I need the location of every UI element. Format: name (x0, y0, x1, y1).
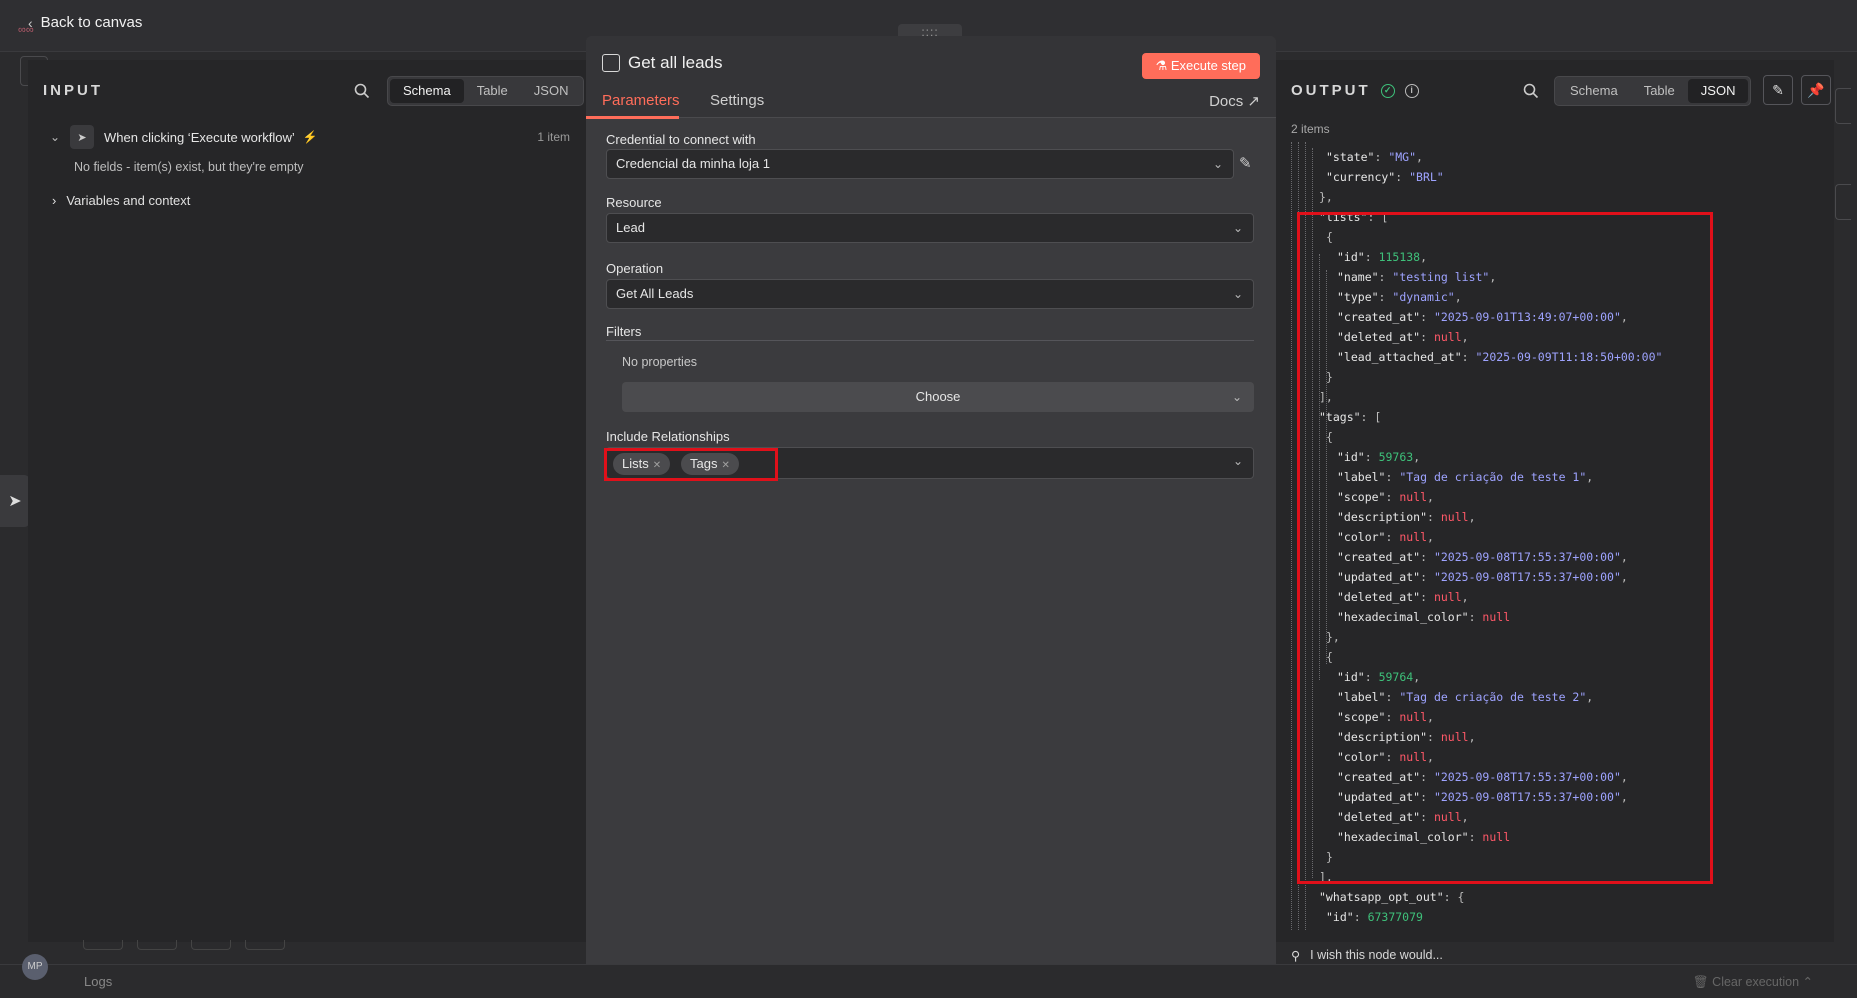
input-tab-table[interactable]: Table (464, 79, 521, 103)
node-header: Get all leads ⚗ Execute step Parameters … (586, 36, 1276, 119)
lightning-icon: ⚡ (302, 130, 318, 144)
node-parameters-panel: Get all leads ⚗ Execute step Parameters … (586, 36, 1276, 964)
pencil-icon: ✎ (1772, 81, 1784, 98)
canvas-button (137, 940, 177, 950)
json-line: "id": 67377079 (1326, 910, 1423, 924)
clear-execution-button[interactable]: 🗑 Clear execution ⌃ (1693, 974, 1813, 990)
feedback-link[interactable]: ⚲ I wish this node would... (1291, 948, 1443, 963)
output-title: OUTPUT (1291, 82, 1371, 99)
search-icon[interactable] (353, 82, 371, 100)
highlight-box (1297, 212, 1713, 884)
json-line: "whatsapp_opt_out": { (1319, 890, 1465, 904)
chevron-down-icon: ⌄ (1232, 454, 1243, 468)
cursor-icon: ➤ (70, 125, 94, 149)
chevron-up-icon: ⌃ (1802, 975, 1813, 989)
chevron-down-icon: ⌄ (1212, 157, 1223, 171)
canvas-control-right (1835, 88, 1851, 124)
input-panel: INPUT Schema Table JSON ⌄ ➤ When clickin… (28, 60, 586, 942)
credential-label: Credential to connect with (606, 132, 756, 147)
canvas-control-right (1835, 184, 1851, 220)
chevron-down-icon: ⌄ (1231, 390, 1242, 404)
output-items-count: 2 items (1291, 122, 1330, 136)
canvas-button (191, 940, 231, 950)
canvas-button (83, 940, 123, 950)
search-icon[interactable] (1522, 82, 1540, 100)
operation-value: Get All Leads (616, 286, 694, 301)
node-title-group: Get all leads (602, 53, 723, 73)
chevron-down-icon: ⌄ (1232, 287, 1243, 301)
flask-icon: ⚗ (1155, 58, 1168, 73)
wish-label: I wish this node would... (1310, 948, 1443, 962)
input-tab-json[interactable]: JSON (521, 79, 582, 103)
trash-icon: 🗑 (1692, 975, 1709, 989)
output-view-switch: Schema Table JSON (1554, 76, 1752, 106)
input-view-switch: Schema Table JSON (387, 76, 585, 106)
tab-parameters[interactable]: Parameters (602, 92, 680, 109)
check-circle-icon: ✓ (1380, 83, 1395, 98)
arrow-left-icon: ‹ (28, 14, 33, 31)
json-line: }, (1319, 190, 1333, 204)
docs-link[interactable]: Docs ↗ (1209, 92, 1260, 110)
pin-icon: 📌 (1807, 81, 1825, 98)
node-icon (602, 54, 620, 72)
docs-label: Docs (1209, 93, 1244, 110)
filters-divider (606, 340, 1254, 341)
output-tab-json[interactable]: JSON (1687, 79, 1749, 103)
active-tab-indicator (586, 116, 679, 119)
resource-value: Lead (616, 220, 645, 235)
credential-select[interactable]: Credencial da minha loja 1 ⌄ (606, 149, 1234, 179)
tab-settings[interactable]: Settings (710, 92, 764, 109)
indent-guide (1291, 142, 1292, 930)
output-tab-schema[interactable]: Schema (1557, 79, 1631, 103)
edit-output-button[interactable]: ✎ (1763, 75, 1793, 105)
json-output-view[interactable]: "state": "MG", "currency": "BRL" }, "lis… (1276, 142, 1834, 930)
chevron-down-icon[interactable]: ⌄ (50, 130, 70, 144)
canvas-button (245, 940, 285, 950)
edit-credential-icon[interactable]: ✎ (1239, 154, 1252, 172)
clear-label: Clear execution (1712, 975, 1800, 989)
trigger-label: When clicking ‘Execute workflow’ (104, 129, 295, 145)
operation-select[interactable]: Get All Leads ⌄ (606, 279, 1254, 309)
logs-bar: Logs 🗑 Clear execution ⌃ (0, 964, 1857, 998)
chevron-down-icon: ⌄ (1232, 221, 1243, 235)
input-title: INPUT (43, 82, 103, 99)
back-label: Back to canvas (40, 14, 143, 31)
trigger-item-count: 1 item (537, 130, 570, 144)
include-relationships-label: Include Relationships (606, 429, 730, 444)
node-title[interactable]: Get all leads (628, 53, 723, 73)
lightbulb-icon: ⚲ (1291, 949, 1301, 963)
output-panel: OUTPUT ✓ i Schema Table JSON ✎ 📌 2 items… (1276, 60, 1834, 963)
execute-label: Execute step (1170, 58, 1246, 73)
trigger-node-row[interactable]: ⌄ ➤ When clicking ‘Execute workflow’ ⚡ 1… (50, 124, 570, 150)
variables-and-context-toggle[interactable]: › Variables and context (52, 193, 190, 208)
json-line: "state": "MG", (1326, 150, 1423, 164)
logs-toggle[interactable]: Logs (84, 974, 112, 989)
info-icon[interactable]: i (1404, 83, 1419, 98)
resource-select[interactable]: Lead ⌄ (606, 213, 1254, 243)
pin-data-button[interactable]: 📌 (1801, 75, 1831, 105)
filters-label: Filters (606, 324, 642, 339)
empty-fields-note: No fields - item(s) exist, but they're e… (74, 160, 304, 174)
variables-label: Variables and context (66, 193, 191, 208)
output-title-group: OUTPUT ✓ i (1291, 82, 1419, 99)
external-link-icon: ↗ (1247, 93, 1260, 110)
credential-value: Credencial da minha loja 1 (616, 156, 770, 171)
avatar[interactable]: MP (22, 954, 48, 980)
execute-step-button[interactable]: ⚗ Execute step (1141, 53, 1260, 79)
highlight-box (604, 448, 778, 481)
output-tab-table[interactable]: Table (1631, 79, 1688, 103)
json-line: "currency": "BRL" (1326, 170, 1444, 184)
back-to-canvas-button[interactable]: ‹ Back to canvas (28, 14, 142, 31)
input-tab-schema[interactable]: Schema (390, 79, 464, 103)
choose-filter-button[interactable]: Choose ⌄ (622, 382, 1254, 412)
chevron-right-icon: › (52, 193, 57, 208)
operation-label: Operation (606, 261, 664, 276)
pointer-icon[interactable]: ➤ (0, 475, 30, 527)
choose-label: Choose (915, 389, 961, 404)
no-properties-note: No properties (622, 355, 698, 369)
resource-label: Resource (606, 195, 662, 210)
